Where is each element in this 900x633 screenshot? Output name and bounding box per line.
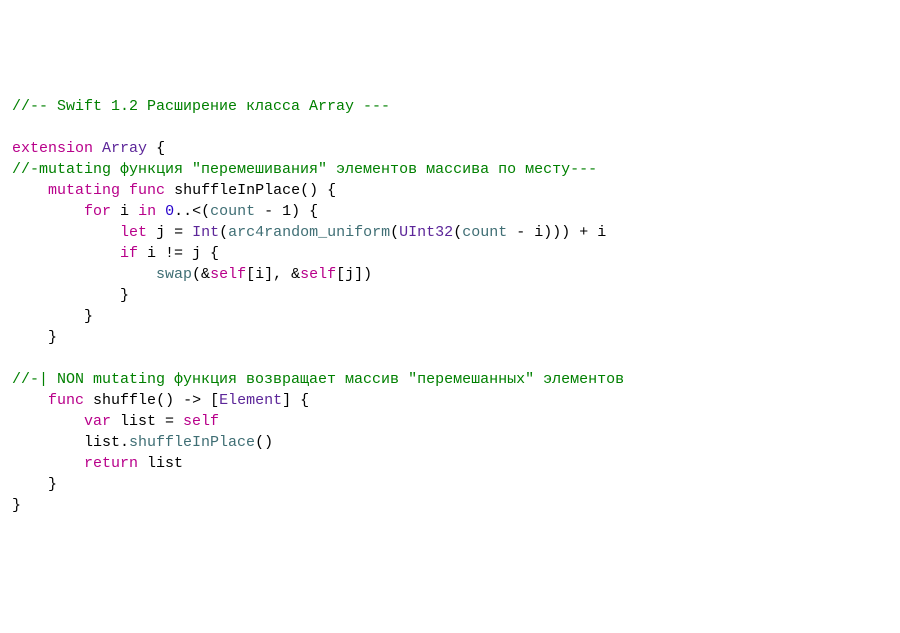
brace-close: } (48, 329, 57, 346)
parens: () { (300, 182, 336, 199)
brace-close: } (84, 308, 93, 325)
paren-open: ( (390, 224, 399, 241)
subscript: [i], & (246, 266, 300, 283)
comment-line: //-- Swift 1.2 Расширение класса Array -… (12, 98, 390, 115)
comment-line: //-| NON mutating функция возвращает мас… (12, 371, 624, 388)
comment-line: //-mutating функция "перемешивания" элем… (12, 161, 597, 178)
func-name: shuffle (93, 392, 156, 409)
paren-open: ( (219, 224, 228, 241)
code-block: //-- Swift 1.2 Расширение класса Array -… (12, 96, 888, 516)
ident-i: i (120, 203, 129, 220)
rest: - i))) + i (507, 224, 606, 241)
brace-close: } (120, 287, 129, 304)
brace-open: { (156, 140, 165, 157)
keyword-var: var (84, 413, 111, 430)
brace-close: } (12, 497, 21, 514)
ident-count: count (462, 224, 507, 241)
list-assign: list = (111, 413, 183, 430)
return-list: list (138, 455, 183, 472)
keyword-self: self (210, 266, 246, 283)
equals: = (165, 224, 192, 241)
ident-count: count (210, 203, 255, 220)
args-open: (& (192, 266, 210, 283)
condition: i != j { (138, 245, 219, 262)
type-array: Array (102, 140, 147, 157)
keyword-if: if (120, 245, 138, 262)
type-int: Int (192, 224, 219, 241)
close: ] { (282, 392, 309, 409)
keyword-self: self (300, 266, 336, 283)
keyword-func: func (129, 182, 165, 199)
parens: () (255, 434, 273, 451)
keyword-let: let (120, 224, 147, 241)
brace-close: } (48, 476, 57, 493)
keyword-mutating: mutating (48, 182, 120, 199)
call-shuffleinplace: shuffleInPlace (129, 434, 255, 451)
keyword-return: return (84, 455, 138, 472)
call-swap: swap (156, 266, 192, 283)
range-op: ..<( (174, 203, 210, 220)
type-element: Element (219, 392, 282, 409)
keyword-func: func (48, 392, 84, 409)
keyword-for: for (84, 203, 111, 220)
type-uint32: UInt32 (399, 224, 453, 241)
keyword-extension: extension (12, 140, 93, 157)
paren-open: ( (453, 224, 462, 241)
call-arc4random: arc4random_uniform (228, 224, 390, 241)
subscript: [j]) (336, 266, 372, 283)
minus-one: - 1) { (255, 203, 318, 220)
list-dot: list. (84, 434, 129, 451)
arrow-return: () -> [ (156, 392, 219, 409)
func-name: shuffleInPlace (174, 182, 300, 199)
number-zero: 0 (165, 203, 174, 220)
ident-j: j (156, 224, 165, 241)
keyword-self: self (183, 413, 219, 430)
keyword-in: in (138, 203, 156, 220)
